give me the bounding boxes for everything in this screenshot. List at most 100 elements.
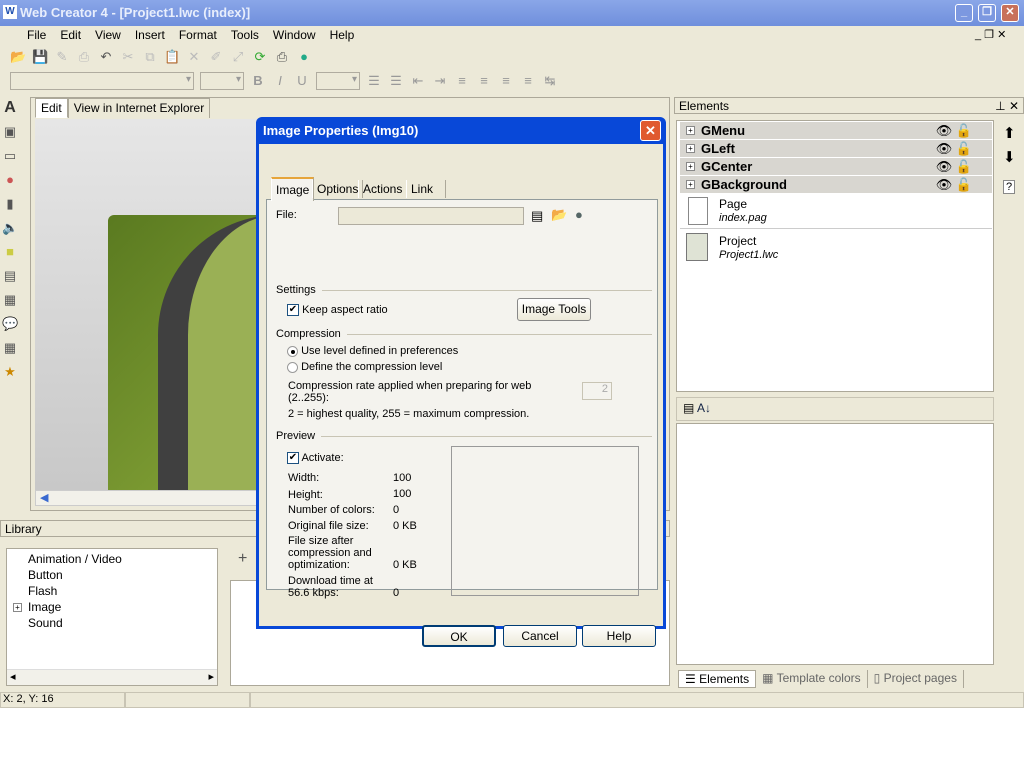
calendar-tool-icon[interactable]: ▦ — [2, 340, 18, 356]
stamp-icon[interactable]: ⎙ — [76, 49, 92, 65]
group-gbackground[interactable]: + GBackground 👁 🔓 — [680, 176, 992, 194]
categorized-icon[interactable]: ▤ — [683, 401, 694, 415]
resource-icon[interactable]: ● — [575, 207, 583, 222]
delete-icon[interactable]: ✕ — [186, 49, 202, 65]
bullets-icon[interactable]: ☰ — [366, 73, 382, 89]
ruler-tool-icon[interactable]: ▤ — [2, 268, 18, 284]
tab-actions[interactable]: Actions — [358, 180, 408, 198]
group-gmenu[interactable]: + GMenu 👁 🔓 — [680, 122, 992, 140]
menu-format[interactable]: Format — [179, 28, 217, 42]
library-item-animation[interactable]: Animation / Video — [28, 552, 122, 566]
visibility-lock-icons[interactable]: 👁 🔓 — [936, 159, 972, 175]
rectangle-tool-icon[interactable]: ▭ — [2, 148, 18, 164]
library-item-image[interactable]: Image — [28, 600, 61, 614]
mdi-controls[interactable]: _ ❐ ✕ — [975, 28, 1006, 41]
add-icon[interactable]: + — [238, 550, 247, 568]
save-icon[interactable]: 💾 — [32, 49, 48, 65]
tab-template-colors[interactable]: ▦ Template colors — [756, 670, 868, 688]
minimize-button[interactable]: _ — [955, 4, 973, 22]
visibility-lock-icons[interactable]: 👁 🔓 — [936, 177, 972, 193]
tab-edit[interactable]: Edit — [35, 98, 68, 118]
tab-options[interactable]: Options — [312, 180, 364, 198]
library-item-sound[interactable]: Sound — [28, 616, 63, 630]
tab-link[interactable]: Link — [406, 180, 446, 198]
justify-icon[interactable]: ≡ — [520, 73, 536, 89]
visibility-lock-icons[interactable]: 👁 🔓 — [936, 123, 972, 139]
tab-view-in-ie[interactable]: View in Internet Explorer — [67, 98, 211, 118]
color-combo[interactable] — [316, 72, 360, 90]
cut-icon[interactable]: ✂ — [120, 49, 136, 65]
group-gcenter[interactable]: + GCenter 👁 🔓 — [680, 158, 992, 176]
define-level-radio[interactable]: Define the compression level — [287, 361, 442, 373]
menu-help[interactable]: Help — [330, 28, 355, 42]
italic-icon[interactable]: I — [272, 73, 288, 89]
close-button[interactable]: ✕ — [1001, 4, 1019, 22]
resize-icon[interactable]: ⤢ — [230, 49, 246, 65]
publish-globe-icon[interactable]: ● — [296, 49, 312, 65]
menu-insert[interactable]: Insert — [135, 28, 165, 42]
help-button[interactable]: Help — [582, 625, 656, 647]
page-entry[interactable]: Page index.pag — [680, 195, 992, 229]
open-folder-icon[interactable]: 📂 — [551, 207, 567, 223]
expand-icon[interactable]: + — [13, 603, 22, 612]
size-combo[interactable] — [200, 72, 244, 90]
tab-elements[interactable]: ☰ Elements — [678, 670, 757, 688]
tab-project-pages[interactable]: ▯ Project pages — [868, 670, 964, 688]
activate-checkbox[interactable]: ✔ Activate: — [287, 452, 344, 465]
font-combo[interactable] — [10, 72, 194, 90]
menu-file[interactable]: File — [27, 28, 46, 42]
refresh-icon[interactable]: ⟳ — [252, 49, 268, 65]
visibility-lock-icons[interactable]: 👁 🔓 — [936, 141, 972, 157]
copy-icon[interactable]: ⧉ — [142, 49, 158, 65]
use-level-radio[interactable]: Use level defined in preferences — [287, 345, 458, 357]
help-icon[interactable]: ? — [1003, 180, 1016, 194]
file-list-icon[interactable]: ▤ — [531, 208, 543, 224]
indent-icon[interactable]: ⇥ — [432, 73, 448, 89]
group-gleft[interactable]: + GLeft 👁 🔓 — [680, 140, 992, 158]
open-icon[interactable]: 📂 — [10, 49, 26, 65]
format-icon[interactable]: ✐ — [208, 49, 224, 65]
library-item-button[interactable]: Button — [28, 568, 63, 582]
image-tools-button[interactable]: Image Tools — [517, 298, 591, 321]
library-item-flash[interactable]: Flash — [28, 584, 57, 598]
gallery-tool-icon[interactable]: ▦ — [2, 292, 18, 308]
align-center-icon[interactable]: ≡ — [476, 73, 492, 89]
menu-view[interactable]: View — [95, 28, 121, 42]
cancel-button[interactable]: Cancel — [503, 625, 577, 647]
ok-button[interactable]: OK — [422, 625, 496, 647]
dialog-close-button[interactable]: ✕ — [640, 120, 661, 141]
numbering-icon[interactable]: ☰ — [388, 73, 404, 89]
text-tool-icon[interactable]: A — [2, 100, 18, 116]
underline-icon[interactable]: U — [294, 73, 310, 89]
note-tool-icon[interactable]: ■ — [2, 244, 18, 260]
sort-az-icon[interactable]: A↓ — [697, 401, 711, 415]
project-entry[interactable]: Project Project1.lwc — [680, 231, 992, 265]
misc-tool-icon[interactable]: ★ — [2, 364, 18, 380]
library-scrollbar[interactable]: ◂ ▸ — [7, 669, 217, 685]
button-tool-icon[interactable]: ● — [2, 172, 18, 188]
outdent-icon[interactable]: ⇤ — [410, 73, 426, 89]
file-input[interactable] — [338, 207, 524, 225]
wrap-icon[interactable]: ↹ — [542, 73, 558, 89]
menu-tools[interactable]: Tools — [231, 28, 259, 42]
tab-image[interactable]: Image — [271, 177, 315, 201]
menu-edit[interactable]: Edit — [60, 28, 81, 42]
bold-icon[interactable]: B — [250, 73, 266, 89]
move-up-icon[interactable]: ⬆ — [1003, 124, 1016, 142]
form-tool-icon[interactable]: ▮ — [2, 196, 18, 212]
menu-window[interactable]: Window — [273, 28, 316, 42]
move-down-icon[interactable]: ⬇ — [1003, 148, 1016, 166]
restore-button[interactable]: ❐ — [978, 4, 996, 22]
rate-input[interactable]: 2 — [582, 382, 612, 400]
sound-tool-icon[interactable]: 🔈 — [2, 220, 18, 236]
print-icon[interactable]: ⎙ — [274, 49, 290, 65]
pencil-icon[interactable]: ✎ — [54, 49, 70, 65]
align-right-icon[interactable]: ≡ — [498, 73, 514, 89]
chat-tool-icon[interactable]: 💬 — [2, 316, 18, 332]
image-tool-icon[interactable]: ▣ — [2, 124, 18, 140]
paste-icon[interactable]: 📋 — [164, 49, 180, 65]
align-left-icon[interactable]: ≡ — [454, 73, 470, 89]
pin-close-icons[interactable]: ⊥ ✕ — [995, 99, 1019, 113]
undo-icon[interactable]: ↶ — [98, 49, 114, 65]
keep-aspect-checkbox[interactable]: ✔ Keep aspect ratio — [287, 304, 388, 317]
